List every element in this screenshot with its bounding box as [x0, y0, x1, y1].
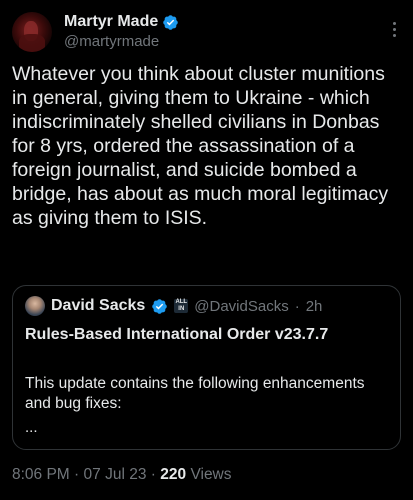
- tweet-time[interactable]: 8:06 PM: [12, 466, 70, 483]
- quoted-author-name: David Sacks: [51, 297, 146, 314]
- tweet-text: Whatever you think about cluster munitio…: [12, 63, 389, 229]
- quoted-author-avatar: [25, 296, 45, 316]
- affiliation-badge-line1: ALL: [175, 299, 188, 305]
- author-names: Martyr Made @martyrmade: [64, 12, 179, 52]
- quoted-time: 2h: [305, 297, 323, 315]
- author-handle[interactable]: @martyrmade: [64, 32, 179, 52]
- affiliation-badge-line2: IN: [178, 306, 185, 312]
- quoted-tweet[interactable]: David Sacks ALL IN @DavidSacks · 2h Rule…: [12, 285, 401, 450]
- views-label[interactable]: Views: [190, 466, 231, 483]
- author-display-name[interactable]: Martyr Made: [64, 12, 179, 32]
- affiliation-badge-icon: ALL IN: [174, 299, 189, 313]
- tweet-header: Martyr Made @martyrmade: [12, 12, 401, 56]
- quoted-tweet-header: David Sacks ALL IN @DavidSacks · 2h: [25, 296, 322, 316]
- quoted-separator: ·: [294, 297, 300, 315]
- quoted-author-handle: @DavidSacks: [194, 297, 289, 315]
- views-count[interactable]: 220: [160, 466, 186, 483]
- author-display-name-text[interactable]: Martyr Made: [64, 12, 158, 32]
- tweet-date[interactable]: 07 Jul 23: [84, 466, 147, 483]
- author-avatar[interactable]: [12, 12, 52, 52]
- tweet-meta: 8:06 PM · 07 Jul 23 · 220 Views: [12, 466, 232, 484]
- verified-badge-icon: [163, 14, 179, 30]
- quoted-tweet-body: This update contains the following enhan…: [25, 375, 365, 412]
- meta-separator-2: ·: [150, 466, 156, 483]
- quoted-tweet-title: Rules-Based International Order v23.7.7: [25, 326, 329, 343]
- meta-separator-1: ·: [74, 466, 80, 483]
- quoted-verified-badge-icon: [152, 298, 168, 314]
- more-options-icon[interactable]: [391, 22, 397, 38]
- quoted-tweet-ellipsis: ...: [25, 419, 38, 436]
